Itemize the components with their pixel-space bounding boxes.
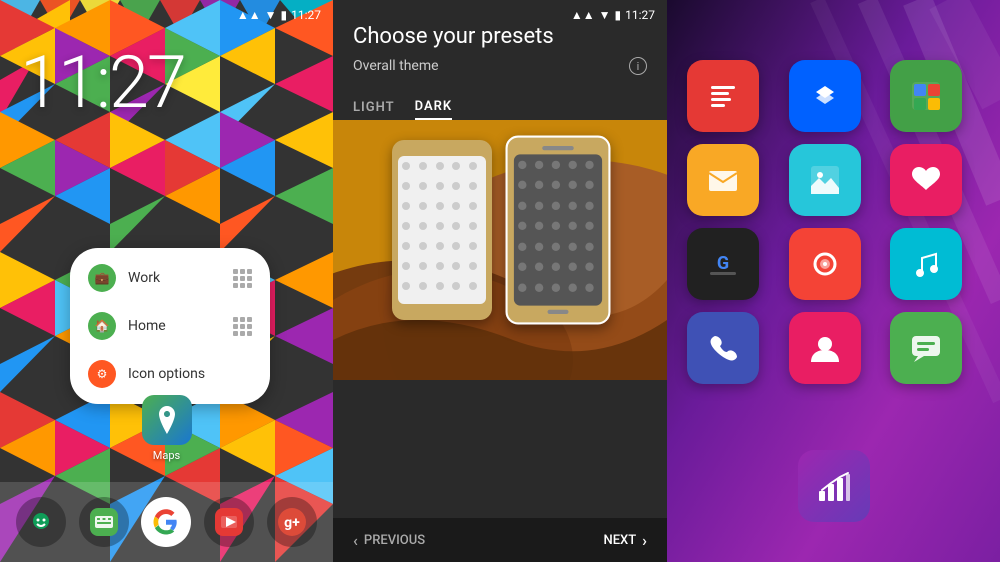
dock-youtube[interactable] [204,497,254,547]
work-label: Work [128,270,160,286]
app-grid: G [687,60,980,384]
dock-google-plus[interactable]: g+ [267,497,317,547]
google-icon [152,508,180,536]
health-icon [908,162,944,198]
svg-text:G: G [717,253,729,274]
settings-icon: ⚙ [88,360,116,388]
app-google-photos[interactable] [890,60,962,132]
dock-hangouts[interactable] [16,497,66,547]
messages-icon [908,330,944,366]
menu-item-work[interactable]: 💼 Work [70,254,270,302]
signal-icon: ▲▲ [237,8,261,22]
time-middle: 11:27 [625,8,655,22]
grid-icon-home [233,317,252,336]
phone-icon [705,330,741,366]
gallery-icon [807,162,843,198]
tab-light[interactable]: LIGHT [353,100,395,119]
menu-item-icon-options[interactable]: ⚙ Icon options [70,350,270,398]
theme-subtitle: Overall theme i [353,57,647,75]
app-messages[interactable] [890,312,962,384]
right-panel: G [667,0,1000,562]
phone-home-dark [548,310,569,314]
email-icon [705,162,741,198]
screen-light [398,156,486,304]
app-gboard[interactable]: G [687,228,759,300]
phone-home-light [432,308,452,312]
google-plus-icon: g+ [278,508,306,536]
svg-text:g+: g+ [284,515,300,531]
home-icon: 🏠 [88,312,116,340]
next-label: NEXT [603,533,636,548]
maps-svg [149,402,185,438]
screen-dark [514,154,602,305]
photos-icon [908,78,944,114]
home-label: Home [128,318,166,334]
maps-app[interactable]: Maps [142,395,192,462]
tasks-icon [705,78,741,114]
wifi-icon: ▼ [265,8,277,22]
presets-title: Choose your presets [353,24,647,49]
previous-button[interactable]: ‹ PREVIOUS [353,531,425,550]
dropbox-icon [807,78,843,114]
app-email[interactable] [687,144,759,216]
app-music[interactable] [890,228,962,300]
phone-notch-light [427,148,457,152]
phones-container [333,120,667,340]
tab-dark[interactable]: DARK [415,99,453,120]
icon-options-label: Icon options [128,366,205,382]
context-menu: 💼 Work 🏠 Home ⚙ Icon options [70,248,270,404]
signal-icon-mid: ▲▲ [571,8,595,22]
app-camera[interactable] [789,228,861,300]
theme-background [333,120,667,380]
status-bar-left: ▲▲ ▼ ▮ 11:27 [237,8,321,22]
contacts-icon [807,330,843,366]
music-icon [908,246,944,282]
left-panel: ▲▲ ▼ ▮ 11:27 11:27 💼 Work 🏠 Home [0,0,333,562]
phone-notch-dark [542,146,574,150]
app-dropbox[interactable] [789,60,861,132]
battery-icon-mid: ▮ [615,8,622,22]
app-phone[interactable] [687,312,759,384]
hangouts-icon [27,508,55,536]
previous-label: PREVIOUS [364,533,425,548]
camera-icon [807,246,843,282]
overall-theme-label: Overall theme [353,58,439,74]
phone-dark [506,136,611,325]
app-health[interactable] [890,144,962,216]
battery-icon: ▮ [281,8,288,22]
clock: 11:27 [20,40,185,125]
stats-icon [814,466,854,506]
work-icon: 💼 [88,264,116,292]
maps-label: Maps [153,449,180,462]
menu-item-home[interactable]: 🏠 Home [70,302,270,350]
keyboard-icon [90,508,118,536]
app-gallery[interactable] [789,144,861,216]
app-stats[interactable] [798,450,870,522]
info-icon: i [629,57,647,75]
dock-keyboard[interactable] [79,497,129,547]
dock-google[interactable] [141,497,191,547]
phone-light [392,140,492,320]
chevron-right-icon: › [642,531,647,550]
theme-tabs: LIGHT DARK [333,91,667,120]
bottom-app-container [798,450,870,522]
wifi-icon-mid: ▼ [599,8,611,22]
next-button[interactable]: NEXT › [603,531,647,550]
bottom-navigation: ‹ PREVIOUS NEXT › [333,518,667,562]
app-tasks[interactable] [687,60,759,132]
chevron-left-icon: ‹ [353,531,358,550]
youtube-icon [215,508,243,536]
status-bar-middle: ▲▲ ▼ ▮ 11:27 [571,8,655,22]
grid-icon-work [233,269,252,288]
middle-panel: ▲▲ ▼ ▮ 11:27 Choose your presets Overall… [333,0,667,562]
gboard-icon: G [705,246,741,282]
maps-icon [142,395,192,445]
time-left: 11:27 [291,8,321,22]
app-contacts[interactable] [789,312,861,384]
dock: g+ [0,482,333,562]
